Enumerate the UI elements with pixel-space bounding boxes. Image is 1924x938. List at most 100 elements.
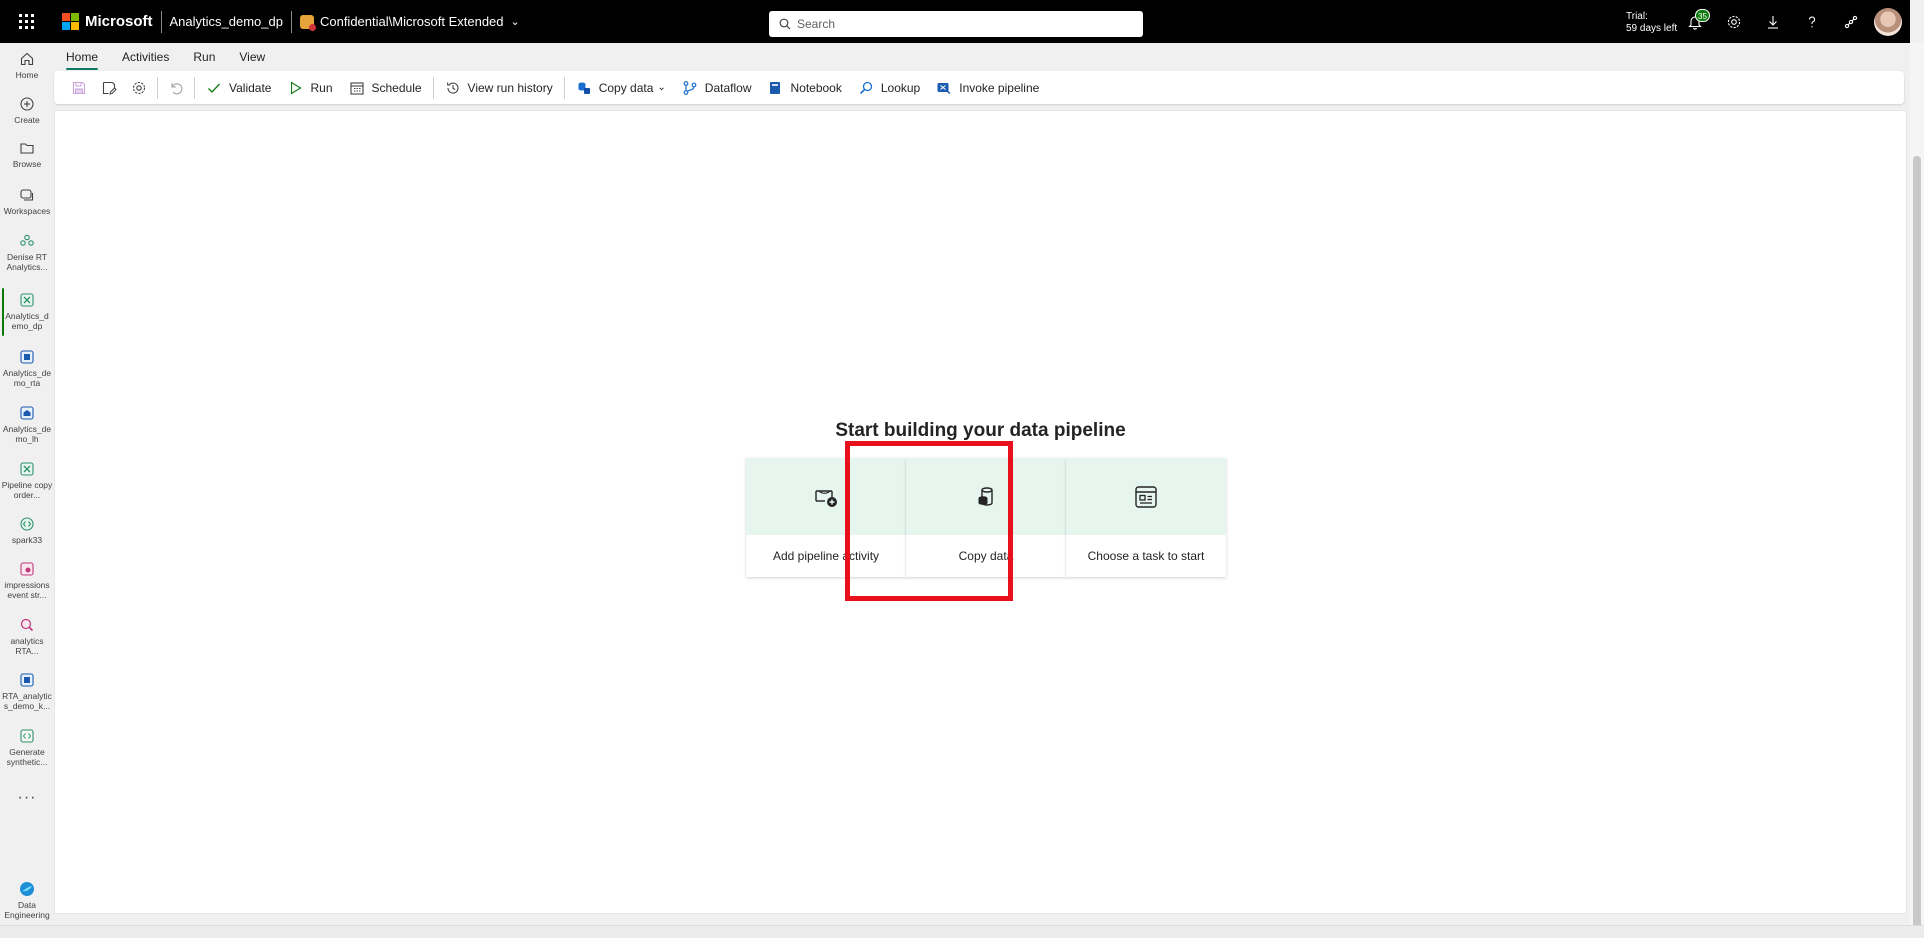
settings-button[interactable] bbox=[124, 74, 154, 102]
tab-run[interactable]: Run bbox=[181, 50, 227, 70]
copy-data-button[interactable]: Copy data ⌄ bbox=[568, 74, 674, 102]
rail-item-rta-analytics-demo[interactable]: RTA_analytic s_demo_k... bbox=[0, 672, 54, 711]
rail-item-analytics-demo-dp[interactable]: Analytics_d emo_dp bbox=[0, 288, 54, 336]
add-pipeline-activity-card[interactable]: Add pipeline activity bbox=[746, 458, 906, 577]
choose-task-card[interactable]: Choose a task to start bbox=[1066, 458, 1226, 577]
rail-item-spark33[interactable]: spark33 bbox=[0, 516, 54, 545]
rail-item-impressions-event-stream[interactable]: impressions event str... bbox=[0, 561, 54, 600]
rail-item-data-engineering[interactable]: Data Engineering bbox=[0, 881, 54, 920]
rail-item-create[interactable]: Create bbox=[0, 96, 54, 125]
rail-item-analytics-rta[interactable]: analytics RTA... bbox=[0, 617, 54, 656]
notifications-button[interactable]: 35 bbox=[1675, 0, 1714, 43]
lookup-icon bbox=[859, 81, 873, 94]
download-button[interactable] bbox=[1753, 0, 1792, 43]
trial-status[interactable]: Trial: 59 days left bbox=[1626, 11, 1677, 35]
search-icon bbox=[779, 18, 791, 30]
undo-button[interactable] bbox=[161, 74, 191, 102]
help-button[interactable] bbox=[1792, 0, 1831, 43]
save-as-button[interactable] bbox=[94, 74, 124, 102]
view-run-history-button[interactable]: View run history bbox=[437, 74, 561, 102]
rail-item-analytics-demo-rta[interactable]: Analytics_de mo_rta bbox=[0, 349, 54, 388]
waffle-icon bbox=[18, 14, 34, 29]
save-button[interactable] bbox=[64, 74, 94, 102]
pipeline-icon bbox=[20, 462, 34, 476]
lookup-button[interactable]: Lookup bbox=[850, 74, 928, 102]
rail-item-pipeline-copy-order[interactable]: Pipeline copy order... bbox=[0, 461, 54, 500]
tab-home[interactable]: Home bbox=[54, 50, 110, 70]
search-box[interactable] bbox=[769, 11, 1143, 37]
avatar[interactable] bbox=[1874, 7, 1902, 36]
rail-item-label: Analytics_de mo_lh bbox=[2, 424, 52, 444]
settings-button[interactable] bbox=[1714, 0, 1753, 43]
home-icon bbox=[20, 52, 34, 66]
divider bbox=[160, 10, 162, 33]
left-nav-rail: Home Create Browse Workspaces Denise RT … bbox=[0, 43, 54, 938]
canvas-title: Start building your data pipeline bbox=[835, 420, 1126, 441]
dataflow-button[interactable]: Dataflow bbox=[674, 74, 760, 102]
browse-icon bbox=[20, 143, 34, 154]
rail-item-home[interactable]: Home bbox=[0, 51, 54, 80]
divider bbox=[290, 10, 292, 33]
gear-icon bbox=[132, 81, 146, 94]
schedule-button[interactable]: Schedule bbox=[341, 74, 430, 102]
rail-item-workspaces[interactable]: Workspaces bbox=[0, 187, 54, 216]
chevron-down-icon: ⌄ bbox=[510, 16, 520, 28]
checkmark-icon bbox=[208, 83, 220, 93]
rail-item-label: Home bbox=[15, 70, 39, 80]
tab-view[interactable]: View bbox=[227, 50, 277, 70]
invoke-pipeline-button[interactable]: Invoke pipeline bbox=[928, 74, 1047, 102]
brand-name[interactable]: Microsoft bbox=[85, 13, 153, 30]
trial-days-left: 59 days left bbox=[1626, 23, 1678, 34]
copy-data-icon bbox=[978, 486, 993, 506]
rail-item-workspace-group[interactable]: Denise RT Analytics... bbox=[0, 233, 54, 272]
card-label: Add pipeline activity bbox=[772, 549, 880, 563]
divider bbox=[194, 76, 195, 99]
microsoft-logo-icon bbox=[62, 13, 79, 30]
rail-item-label: analytics RTA... bbox=[10, 636, 44, 656]
rail-item-label: impressions event str... bbox=[4, 580, 50, 600]
rail-item-generate-synthetic[interactable]: Generate synthetic... bbox=[0, 728, 54, 767]
notebook-label: Notebook bbox=[790, 80, 842, 95]
pipeline-icon bbox=[20, 293, 34, 307]
sensitivity-label-button[interactable]: Confidential\Microsoft Extended ⌄ bbox=[299, 14, 520, 31]
share-button[interactable] bbox=[1831, 0, 1870, 43]
validate-label: Validate bbox=[229, 80, 272, 95]
copy-data-card[interactable]: Copy data bbox=[906, 458, 1066, 577]
pipeline-canvas[interactable]: Start building your data pipeline Add pi… bbox=[54, 110, 1907, 914]
copy-data-label: Copy data bbox=[598, 80, 654, 95]
vertical-scrollbar[interactable] bbox=[1910, 43, 1924, 938]
card-header bbox=[746, 458, 906, 535]
workspace-name[interactable]: Analytics_demo_dp bbox=[170, 14, 283, 29]
notebook-button[interactable]: Notebook bbox=[759, 74, 849, 102]
card-header bbox=[1066, 458, 1226, 535]
gear-icon bbox=[1727, 15, 1740, 28]
app-launcher-button[interactable] bbox=[0, 0, 52, 43]
download-icon bbox=[1767, 15, 1778, 29]
more-icon[interactable]: ··· bbox=[0, 789, 54, 807]
run-button[interactable]: Run bbox=[279, 74, 340, 102]
kql-database-icon bbox=[20, 673, 34, 687]
validate-button[interactable]: Validate bbox=[198, 74, 279, 102]
rail-item-label: Denise RT Analytics... bbox=[6, 252, 48, 272]
help-icon bbox=[1808, 15, 1815, 27]
eventstream-icon bbox=[20, 562, 34, 576]
rail-item-browse[interactable]: Browse bbox=[0, 140, 54, 169]
calendar-icon bbox=[349, 81, 364, 95]
rail-item-analytics-demo-lh[interactable]: Analytics_de mo_lh bbox=[0, 405, 54, 444]
history-icon bbox=[446, 81, 459, 94]
chevron-down-icon: ⌄ bbox=[657, 82, 666, 93]
search-input[interactable] bbox=[797, 17, 1127, 31]
rail-item-label: Analytics_d emo_dp bbox=[5, 311, 49, 331]
sensitivity-label: Confidential\Microsoft Extended bbox=[319, 14, 504, 29]
schedule-label: Schedule bbox=[371, 80, 422, 95]
scrollbar-thumb[interactable] bbox=[1913, 156, 1921, 938]
undo-icon bbox=[171, 82, 183, 94]
top-bar-actions: 35 bbox=[1675, 0, 1910, 43]
divider bbox=[432, 76, 434, 99]
save-edit-icon bbox=[102, 81, 117, 95]
rail-item-label: RTA_analytic s_demo_k... bbox=[2, 691, 52, 711]
workspaces-icon bbox=[20, 189, 34, 201]
save-icon bbox=[72, 81, 86, 94]
tab-activities[interactable]: Activities bbox=[110, 50, 181, 70]
lookup-label: Lookup bbox=[880, 80, 921, 95]
